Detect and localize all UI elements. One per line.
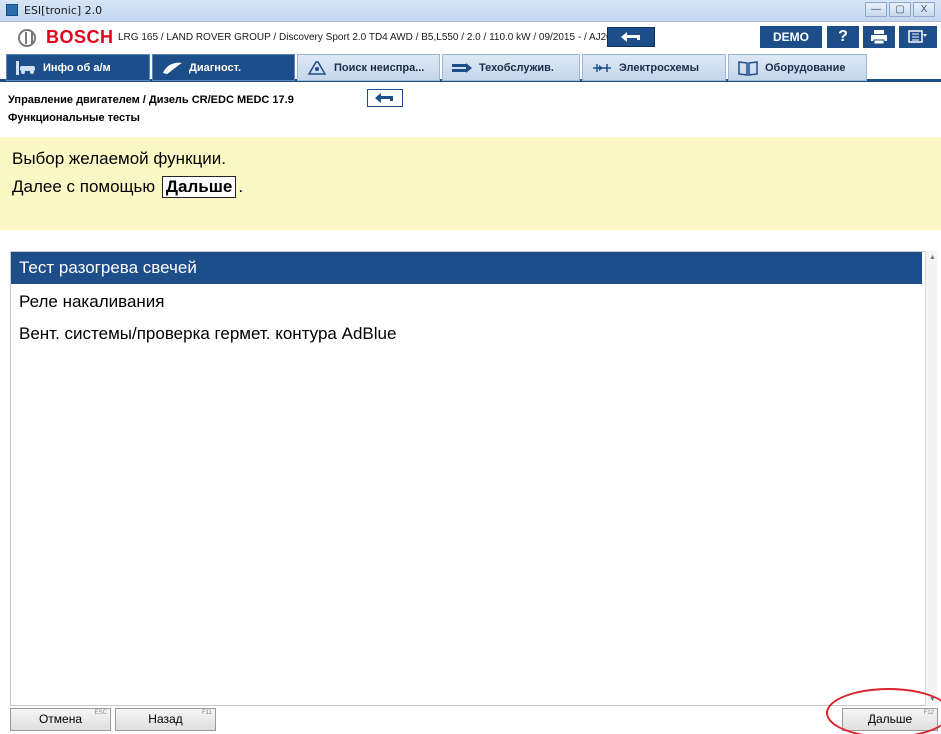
tab-maintenance[interactable]: Техобслужив.: [442, 54, 580, 81]
tab-troubleshooting[interactable]: Поиск неиспра...: [297, 54, 440, 81]
app-header: BOSCH LRG 165 / LAND ROVER GROUP / Disco…: [0, 22, 941, 52]
wiring-icon: [593, 63, 611, 72]
tab-wiring[interactable]: Электросхемы: [582, 54, 726, 81]
back-label: Назад: [148, 712, 183, 726]
back-button[interactable]: Назад F11: [115, 708, 216, 731]
brand-name: BOSCH: [46, 27, 114, 47]
instruction-panel: Выбор желаемой функции. Далее с помощью …: [0, 137, 941, 230]
footer-bar: Отмена ESC Назад F11 Дальше F12: [0, 706, 941, 734]
list-scrollbar[interactable]: ▲ ▼: [925, 251, 937, 706]
main-tabs: Инфо об а/м Диагност. Поиск неиспра... Т…: [0, 52, 941, 82]
menu-button[interactable]: [899, 26, 937, 48]
window-title-bar: ESI[tronic] 2.0 — ▢ X: [0, 0, 941, 22]
instruction-keyword: Дальше: [161, 176, 237, 198]
page-subtitle: Функциональные тесты: [8, 112, 140, 124]
car-lift-icon: [16, 60, 35, 75]
back-arrow-icon: [621, 32, 640, 42]
next-key-hint: F12: [923, 710, 934, 716]
list-item[interactable]: Вент. системы/проверка гермет. контура A…: [11, 318, 922, 350]
diagnosis-icon: [163, 62, 182, 74]
list-item[interactable]: Реле накаливания: [11, 286, 922, 318]
window-title: ESI[tronic] 2.0: [24, 4, 103, 17]
back-arrow-icon: [375, 93, 393, 103]
print-button[interactable]: [863, 26, 895, 48]
app-icon: [6, 4, 18, 16]
instruction-line-1: Выбор желаемой функции.: [12, 149, 226, 168]
book-icon: [738, 60, 758, 76]
cancel-button[interactable]: Отмена ESC: [10, 708, 111, 731]
maintenance-icon: [452, 62, 472, 73]
help-button[interactable]: ?: [827, 26, 859, 48]
tab-equipment[interactable]: Оборудование: [728, 54, 867, 81]
next-label: Дальше: [867, 712, 913, 726]
breadcrumb: Управление двигателем / Дизель CR/EDC ME…: [8, 94, 294, 106]
tab-vehicle-info[interactable]: Инфо об а/м: [6, 54, 150, 81]
vehicle-info: LRG 165 / LAND ROVER GROUP / Discovery S…: [118, 32, 618, 43]
close-button[interactable]: X: [913, 2, 935, 17]
tab-diagnosis[interactable]: Диагност.: [152, 54, 295, 81]
back-key-hint: F11: [202, 710, 212, 716]
scroll-up-icon[interactable]: ▲: [929, 254, 936, 261]
demo-badge: DEMO: [760, 26, 822, 48]
maximize-button[interactable]: ▢: [889, 2, 911, 17]
function-list: Тест разогрева свечей Реле накаливания В…: [10, 251, 926, 706]
printer-icon: [871, 30, 887, 45]
breadcrumb-back-button[interactable]: [367, 89, 403, 107]
cancel-label: Отмена: [38, 712, 83, 726]
scroll-down-icon[interactable]: ▼: [929, 696, 936, 703]
header-back-button[interactable]: [607, 27, 655, 47]
window-controls: — ▢ X: [865, 2, 935, 17]
bosch-logo-icon: [18, 29, 36, 47]
cancel-key-hint: ESC: [94, 710, 107, 716]
minimize-button[interactable]: —: [865, 2, 887, 17]
next-button[interactable]: Дальше F12: [842, 708, 938, 731]
instruction-suffix: .: [238, 177, 244, 196]
instruction-prefix: Далее с помощью: [12, 177, 156, 196]
list-menu-icon: [908, 30, 927, 43]
instruction-line-2: Далее с помощью Дальше.: [12, 176, 243, 198]
list-item[interactable]: Тест разогрева свечей: [11, 252, 922, 284]
troubleshoot-icon: [307, 60, 327, 75]
